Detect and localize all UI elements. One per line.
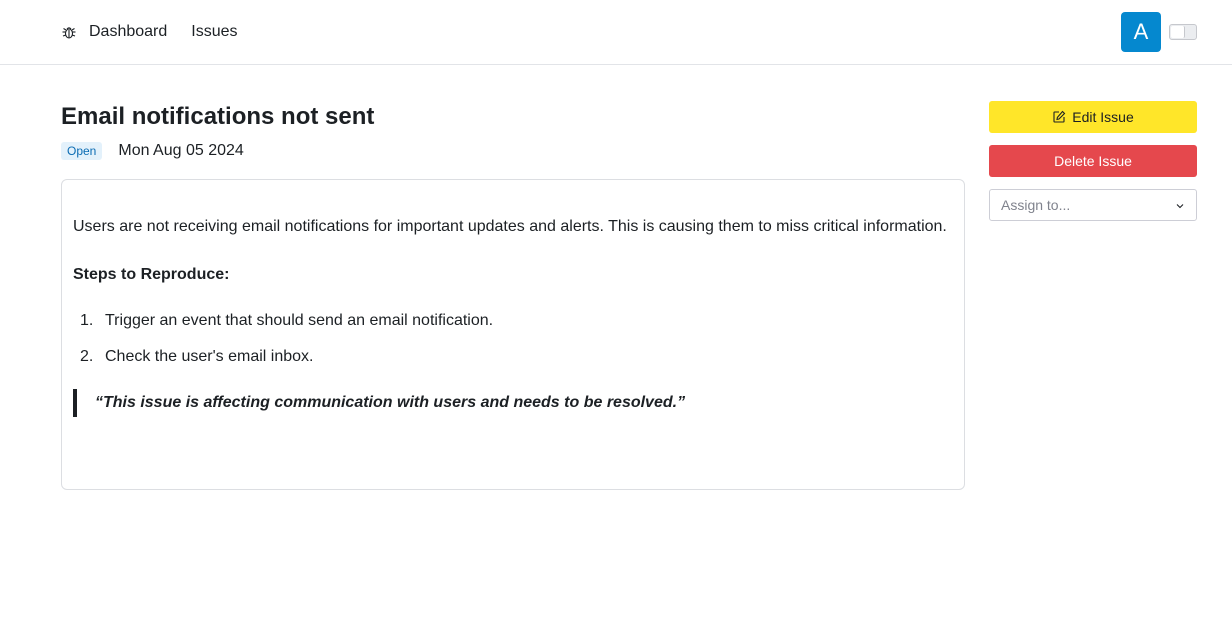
- theme-toggle[interactable]: [1169, 24, 1197, 40]
- chevron-down-icon: [1174, 200, 1186, 212]
- issue-description-card: Users are not receiving email notificati…: [61, 179, 965, 490]
- toggle-knob: [1171, 26, 1185, 38]
- step-text: Trigger an event that should send an ema…: [105, 312, 494, 329]
- issue-quote: “This issue is affecting communication w…: [73, 389, 953, 417]
- steps-heading: Steps to Reproduce:: [73, 266, 230, 283]
- avatar[interactable]: A: [1121, 12, 1161, 52]
- step-text: Check the user's email inbox.: [105, 348, 314, 365]
- delete-issue-button[interactable]: Delete Issue: [989, 145, 1197, 177]
- assign-select[interactable]: Assign to...: [989, 189, 1197, 221]
- issue-meta: Open Mon Aug 05 2024: [61, 141, 244, 161]
- status-badge: Open: [61, 142, 103, 160]
- nav-link-issues[interactable]: Issues: [191, 23, 237, 41]
- list-item: 2. Check the user's email inbox.: [80, 345, 953, 369]
- step-number: 2.: [80, 348, 94, 365]
- step-number: 1.: [80, 312, 94, 329]
- nav-left: Dashboard Issues: [61, 0, 262, 64]
- action-sidebar: Edit Issue Delete Issue Assign to...: [989, 101, 1197, 221]
- assign-placeholder: Assign to...: [1001, 197, 1071, 213]
- issue-description: Users are not receiving email notificati…: [73, 218, 947, 235]
- nav-link-dashboard[interactable]: Dashboard: [89, 23, 167, 41]
- edit-issue-button[interactable]: Edit Issue: [989, 101, 1197, 133]
- bug-icon[interactable]: [61, 24, 77, 40]
- list-item: 1. Trigger an event that should send an …: [80, 309, 953, 333]
- issue-date: Mon Aug 05 2024: [118, 142, 244, 159]
- edit-issue-label: Edit Issue: [1072, 109, 1134, 125]
- steps-list: 1. Trigger an event that should send an …: [73, 309, 953, 369]
- navbar: Dashboard Issues A: [0, 0, 1232, 65]
- edit-icon: [1052, 110, 1066, 124]
- issue-title: Email notifications not sent: [61, 103, 375, 130]
